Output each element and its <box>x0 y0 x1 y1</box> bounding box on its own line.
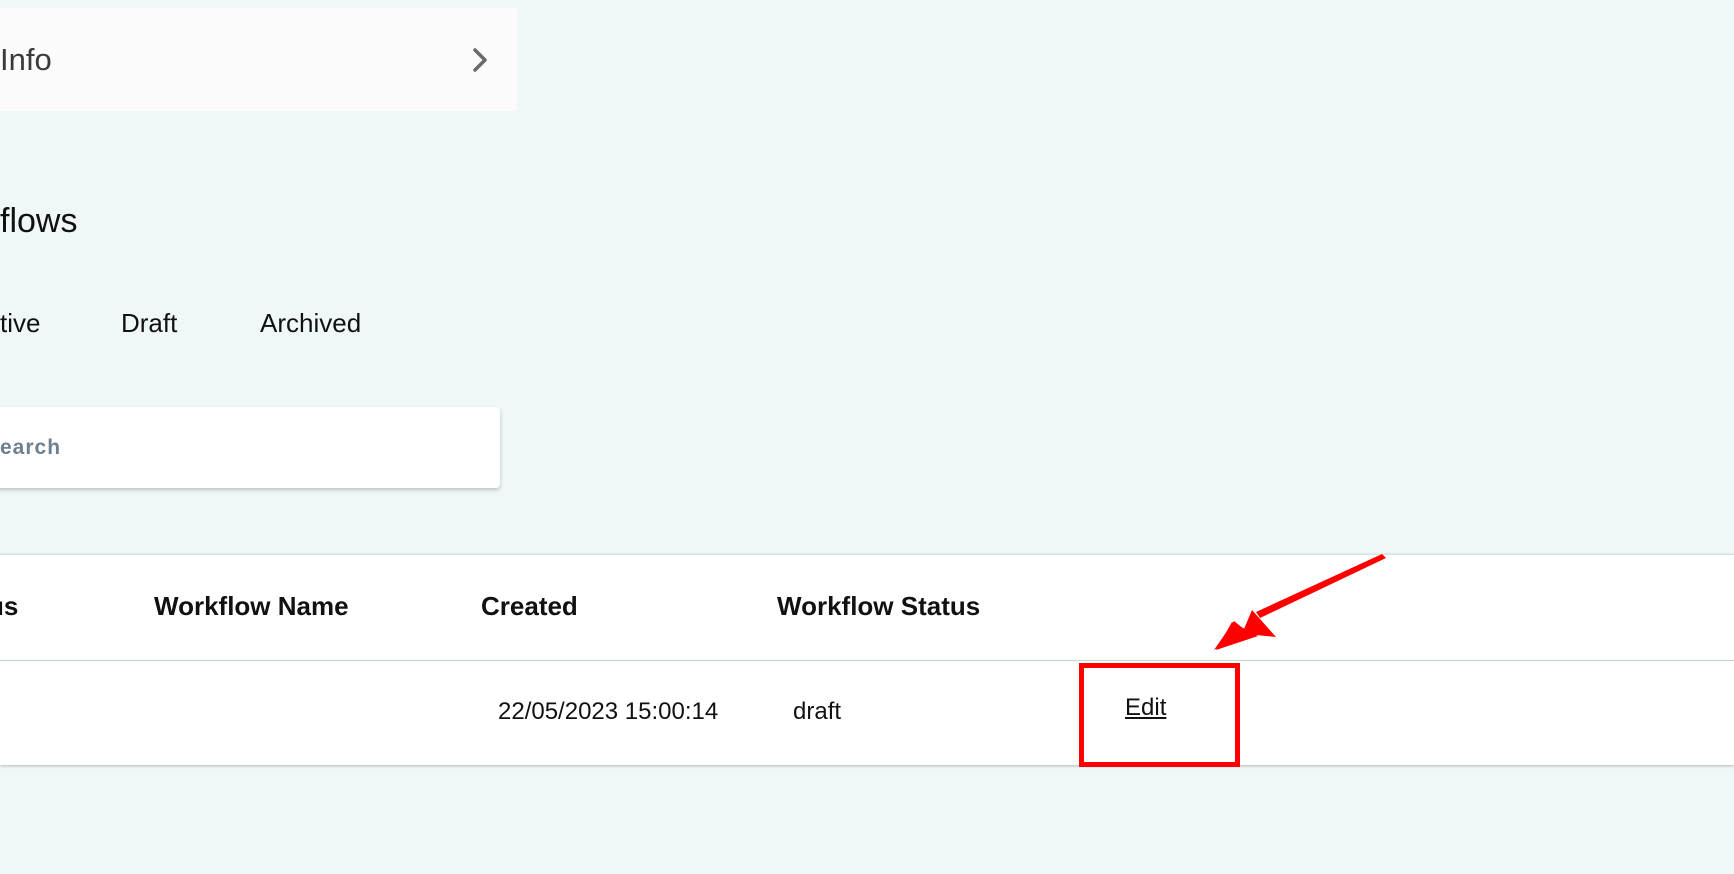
tab-draft[interactable]: Draft <box>121 306 177 340</box>
cell-created: 22/05/2023 15:00:14 <box>498 698 719 725</box>
cell-workflow-status: draft <box>793 698 842 725</box>
column-header-workflow-status[interactable]: Workflow Status <box>777 589 980 623</box>
chevron-right-icon[interactable] <box>467 47 493 73</box>
workflow-tabs: tive Draft Archived <box>0 306 500 340</box>
workflows-table: us Workflow Name Created Workflow Status… <box>0 554 1734 765</box>
tab-active[interactable]: tive <box>0 306 40 340</box>
search-box <box>0 407 500 488</box>
column-header-created[interactable]: Created <box>481 589 578 623</box>
edit-link[interactable]: Edit <box>1125 691 1166 725</box>
table-row: 22/05/2023 15:00:14 draft Edit <box>0 661 1734 765</box>
tab-archived[interactable]: Archived <box>260 306 361 340</box>
column-header-status[interactable]: us <box>0 589 18 623</box>
info-card[interactable]: Info <box>0 8 517 111</box>
info-card-title: Info <box>0 41 52 77</box>
search-input[interactable] <box>0 407 480 488</box>
workflows-title: flows <box>0 202 78 240</box>
table-header-row: us Workflow Name Created Workflow Status <box>0 555 1734 661</box>
column-header-workflow-name[interactable]: Workflow Name <box>154 589 349 623</box>
